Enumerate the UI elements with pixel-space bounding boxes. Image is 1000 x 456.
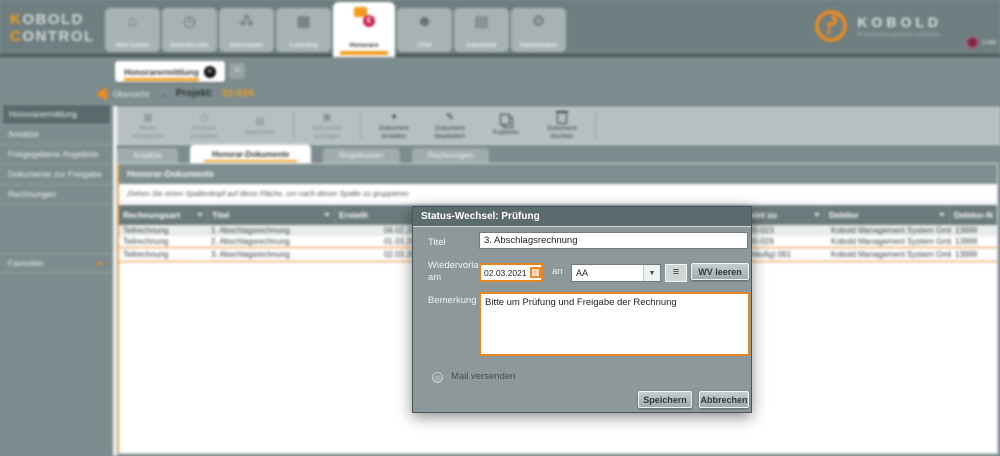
nav-zeiten-kosten[interactable]: ◷ Zeiten&Kosten (162, 8, 217, 52)
user-avatar-icon (966, 36, 979, 49)
sidebar-item-honorarermittlung[interactable]: Honorarermittlung (2, 104, 111, 125)
save-icon: ▤ (255, 116, 265, 128)
back-arrow-icon[interactable] (96, 87, 107, 101)
clock-icon: ◷ (182, 13, 197, 30)
kobold-figure-icon (815, 10, 848, 42)
nav-mein-kobold[interactable]: ⌂ Mein Kobold (105, 8, 160, 52)
toolbar-separator (360, 112, 361, 140)
bemerkung-textarea[interactable]: Bitte um Prüfung und Freigabe der Rechnu… (479, 292, 750, 356)
toolbar-dokument-erstellen-button[interactable]: + Dokument erstellen (366, 112, 422, 141)
nav-administration[interactable]: ⚙ Administration (511, 8, 566, 52)
filter-icon[interactable] (939, 213, 945, 217)
toolbar-dokument-anzeigen-button: ▣ Dokument anzeigen (312, 112, 342, 140)
chevron-down-icon[interactable]: ▼ (643, 265, 660, 281)
top-nav-bar: KOBOLD CONTROL ⌂ Mein Kobold ◷ Zeiten&Ko… (0, 0, 1000, 57)
filter-icon[interactable] (814, 213, 820, 217)
breadcrumb: Übersicht → Projekt: 21-034 (113, 88, 253, 99)
mail-versenden-checkbox[interactable] (432, 372, 443, 383)
sidebar-item-favoriten[interactable]: Favoriten ★ (0, 253, 113, 273)
dialog-title: Status-Wechsel: Prüfung (413, 207, 751, 227)
an-label: an (552, 266, 563, 277)
trash-icon (556, 111, 568, 125)
wiedervorlage-date-input[interactable]: 02.03.2021 ▦ (479, 263, 543, 282)
process-icon: ◷ (199, 112, 209, 124)
kobold-company-logo: KOBOLD Projektmanagement Software (814, 9, 942, 43)
user-badge[interactable]: S.Me (966, 36, 998, 49)
nav-honorare[interactable]: € Honorare (333, 2, 395, 57)
filter-icon[interactable] (324, 213, 330, 217)
close-tab-icon[interactable]: × (203, 65, 216, 78)
tab-ansaetze[interactable]: Ansätze (117, 148, 178, 163)
calendar-icon[interactable]: ▦ (530, 267, 541, 278)
add-tab-button[interactable]: + (229, 63, 245, 79)
toolbar-dokument-loeschen-button[interactable]: Dokument löschen (534, 111, 590, 141)
breadcrumb-uebersicht[interactable]: Übersicht (113, 89, 149, 99)
group-by-hint: Ziehen Sie einen Spaltenkopf auf diese F… (119, 185, 997, 203)
toolbar-separator (595, 112, 596, 140)
document-toolbar: ▦ Werte entsperren ◷ Prozess verwalten ▤ S… (117, 107, 1000, 145)
address-list-button[interactable]: ≡ (665, 264, 687, 282)
sidebar-item-dokumente-zur-freigabe[interactable]: Dokumente zur Freigabe (0, 165, 113, 185)
toolbar-werte-entsperren-button: ▦ Werte entsperren (132, 112, 164, 140)
nav-crm[interactable]: ☻ CRM (397, 8, 452, 52)
workspace-tab-honorarermittlung[interactable]: Honorarermittlung × (115, 61, 225, 82)
content-tabs: Ansätze Honorar-Dokumente Regiekosten Re… (117, 145, 1000, 163)
bemerkung-label: Bemerkung (428, 295, 477, 306)
filter-icon[interactable] (197, 213, 203, 217)
mail-versenden-label: Mail versenden (451, 371, 516, 382)
lock-icon: ▦ (143, 112, 153, 124)
tab-honorar-dokumente[interactable]: Honorar-Dokumente (189, 145, 312, 163)
status-wechsel-dialog: Status-Wechsel: Prüfung Titel Wiedervorl… (412, 206, 752, 413)
an-dropdown[interactable]: AA ▼ (571, 264, 661, 282)
nav-stammdaten[interactable]: ⁂ Stammdaten (219, 8, 274, 52)
preview-icon: ▣ (322, 112, 332, 124)
breadcrumb-arrow-icon: → (157, 88, 167, 99)
gears-icon: ⚙ (531, 13, 546, 30)
sidebar-item-rechnungen[interactable]: Rechnungen (0, 185, 113, 205)
sidebar-item-freigegebene-angebote[interactable]: Freigegebene Angebote (0, 145, 113, 165)
toolbar-kopieren-button[interactable]: Kopieren (478, 114, 534, 137)
kobold-control-window: KOBOLD CONTROL ⌂ Mein Kobold ◷ Zeiten&Ko… (0, 0, 1000, 456)
nav-controlling[interactable]: ▦ Controlling (276, 8, 331, 52)
project-label: Projekt: (175, 88, 214, 99)
sidebar: Honorarermittlung Ansätze Freigegebene A… (0, 100, 113, 456)
project-number[interactable]: 21-034 (222, 88, 253, 99)
calculator-icon: ▦ (296, 13, 311, 30)
favorites-star-icon: ★ (95, 258, 103, 268)
abbrechen-button[interactable]: Abbrechen (699, 391, 749, 408)
nav-dokumente[interactable]: ▤ Dokumente (454, 8, 509, 52)
wiedervorlage-label: Wiedervorlage am (428, 260, 490, 283)
documents-badge-icon: € (353, 7, 375, 27)
document-icon: ▤ (474, 13, 489, 30)
toolbar-speichern-button: ▤ Speichern (245, 116, 275, 136)
main-nav: ⌂ Mein Kobold ◷ Zeiten&Kosten ⁂ Stammdat… (105, 0, 566, 57)
copy-icon (499, 114, 513, 129)
app-logo: KOBOLD CONTROL (10, 11, 95, 46)
sidebar-item-ansaetze[interactable]: Ansätze (0, 125, 113, 145)
titel-input[interactable] (479, 232, 748, 249)
home-icon: ⌂ (127, 12, 138, 30)
toolbar-dokument-bearbeiten-button[interactable]: ✎ Dokument bearbeiten (422, 112, 478, 141)
people-icon: ☻ (416, 12, 433, 30)
tab-regiekosten[interactable]: Regiekosten (323, 148, 400, 163)
org-chart-icon: ⁂ (239, 13, 254, 30)
toolbar-prozess-verwalten-button: ◷ Prozess verwalten (190, 112, 218, 140)
titel-label: Titel (428, 237, 446, 248)
wv-leeren-button[interactable]: WV leeren (691, 263, 749, 280)
speichern-button[interactable]: Speichern (638, 391, 692, 408)
tab-rechnungen[interactable]: Rechnungen (411, 148, 490, 163)
pencil-icon: ✎ (445, 112, 455, 124)
toolbar-separator (293, 112, 294, 140)
panel-title: Honorar-Dokumente (119, 164, 997, 185)
plus-icon: + (391, 112, 397, 124)
